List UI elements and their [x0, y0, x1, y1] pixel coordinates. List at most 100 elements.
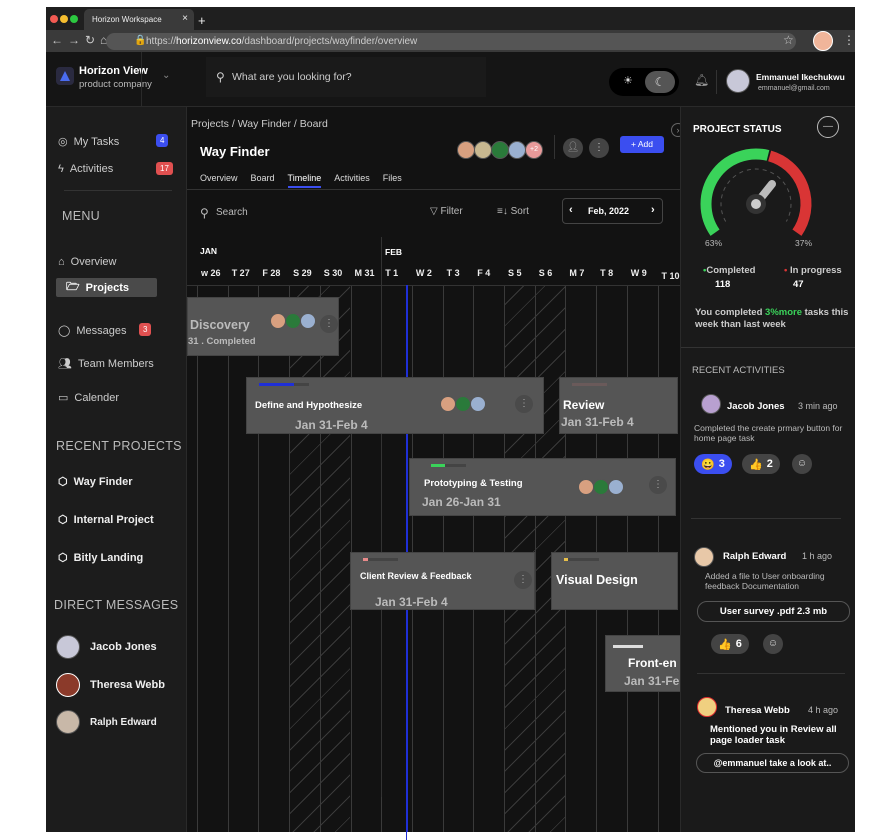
sidebar-item-projects[interactable]: 🗁 Projects [56, 278, 157, 297]
day-label: W 2 [415, 268, 432, 278]
task-menu-icon[interactable]: ⋮ [320, 315, 338, 333]
add-reaction-icon[interactable]: ☺ [792, 454, 812, 474]
theme-toggle[interactable]: ☀ ☾ [609, 68, 679, 96]
progress-track [572, 383, 607, 386]
prev-month-button[interactable]: ‹ [569, 204, 573, 216]
sidebar-item-my-tasks[interactable]: ◎ My Tasks [58, 135, 120, 149]
label: My Tasks [73, 135, 120, 148]
browser-tab[interactable]: Horizon Workspace × [84, 9, 194, 30]
breadcrumb-item[interactable]: Board [300, 118, 328, 130]
sidebar-item-activities[interactable]: ϟ Activities [58, 163, 113, 175]
reply-input[interactable]: @emmanuel take a look at.. [696, 753, 849, 773]
progress-count: 47 [793, 279, 804, 290]
task-dates: Jan 31-Feb 4 [561, 415, 634, 429]
search-bar[interactable]: ⚲ What are you looking for? [206, 57, 486, 97]
avatar [701, 394, 721, 414]
app-header: Horizon View product company ⌄ ⚲ What ar… [46, 52, 855, 107]
user-name: Emmanuel Ikechukwu [756, 72, 845, 82]
filter-button[interactable]: ▽ Filter [430, 206, 463, 217]
next-month-button[interactable]: › [651, 204, 655, 216]
sort-button[interactable]: ≡↓ Sort [497, 206, 529, 217]
avatar [491, 141, 509, 159]
sidebar-item-messages[interactable]: ◯ Messages [58, 324, 126, 338]
task-bar-client[interactable]: Client Review & Feedback Jan 31-Feb 4 ⋮ [350, 552, 535, 610]
task-bar-review[interactable]: Review Jan 31-Feb 4 [559, 377, 678, 434]
breadcrumb-item[interactable]: Way Finder [238, 118, 291, 130]
add-member-icon[interactable]: 👤︎ [563, 138, 583, 158]
member-avatars[interactable]: +2 [457, 141, 543, 159]
add-button[interactable]: + Add [620, 136, 664, 153]
dm-item[interactable]: Ralph Edward [56, 710, 157, 734]
close-window-button[interactable] [50, 15, 58, 23]
tab-bar: Horizon Workspace × + [46, 7, 855, 30]
day-label: F 28 [262, 268, 281, 278]
reaction-smile[interactable]: 😀 3 [694, 454, 732, 474]
day-gridline [227, 285, 229, 832]
task-menu-icon[interactable]: ⋮ [514, 571, 532, 589]
close-tab-icon[interactable]: × [182, 13, 188, 24]
task-bar-proto[interactable]: Prototyping & Testing Jan 26-Jan 31 ⋮ [409, 458, 676, 516]
reaction-thumbs-up[interactable]: 👍 6 [711, 634, 749, 654]
menu-heading: MENU [62, 209, 101, 223]
bookmark-star-icon[interactable]: ☆ [783, 33, 794, 47]
browser-menu-icon[interactable]: ⋮ [843, 33, 855, 47]
menu-icon[interactable]: — [817, 116, 839, 138]
profile-avatar[interactable] [813, 31, 833, 51]
task-bar-visual[interactable]: Visual Design [551, 552, 678, 610]
sidebar-item-overview[interactable]: ⌂ Overview [58, 256, 117, 268]
more-options-icon[interactable]: ⋮ [589, 138, 609, 158]
task-title: Discovery [190, 318, 250, 332]
new-tab-button[interactable]: + [198, 13, 206, 28]
legend-in-progress: • In progress [784, 265, 842, 276]
label: Internal Project [73, 513, 154, 526]
timeline-search-input[interactable]: Search [216, 207, 248, 218]
folder-icon: 🗁 [66, 281, 80, 293]
progress-percent: 37% [795, 238, 813, 248]
assignee-avatar [270, 313, 286, 329]
bell-icon[interactable]: 🔔︎ [694, 73, 709, 87]
month-divider [381, 237, 382, 797]
day-label: T 27 [231, 268, 250, 278]
search-placeholder: What are you looking for? [232, 71, 352, 83]
task-bar-frontend[interactable]: Front-en Jan 31-Fe [605, 635, 680, 692]
thumbs-up-icon: 👍 [749, 458, 763, 471]
lock-icon: 🔒 [134, 35, 147, 46]
tab-board[interactable]: Board [251, 173, 275, 188]
sidebar: ◎ My Tasks 4 ϟ Activities 17 MENU ⌂ Overvie… [46, 107, 187, 832]
sidebar-item-calender[interactable]: ▭ Calender [58, 391, 119, 405]
task-title: Visual Design [556, 573, 638, 587]
user-avatar[interactable] [726, 69, 750, 93]
month-picker: ‹ Feb, 2022 › [562, 198, 663, 224]
task-dates: Jan 31-Feb 4 [375, 595, 448, 609]
recent-project-item[interactable]: ⬡ Way Finder [58, 475, 133, 489]
task-menu-icon[interactable]: ⋮ [649, 476, 667, 494]
nav-icons[interactable]: ←→↻⌂ [51, 33, 112, 47]
tab-timeline[interactable]: Timeline [287, 173, 322, 188]
task-bar-define[interactable]: Define and Hypothesize Jan 31-Feb 4 ⋮ [246, 377, 544, 434]
reaction-thumbs-up[interactable]: 👍 2 [742, 454, 780, 474]
recent-project-item[interactable]: ⬡ Internal Project [58, 513, 154, 527]
cube-icon: ⬡ [58, 552, 68, 564]
dm-item[interactable]: Jacob Jones [56, 635, 157, 659]
day-label: T 3 [446, 268, 460, 278]
breadcrumb-item[interactable]: Projects [191, 118, 229, 130]
sidebar-item-team-members[interactable]: 👥︎ Team Members [58, 357, 154, 371]
activities-badge: 17 [156, 162, 173, 175]
progress-track [564, 558, 599, 561]
tab-overview[interactable]: Overview [200, 173, 238, 188]
recent-project-item[interactable]: ⬡ Bitly Landing [58, 551, 143, 565]
label: Way Finder [73, 475, 133, 488]
chevron-down-icon[interactable]: ⌄ [162, 70, 170, 81]
minimize-window-button[interactable] [60, 15, 68, 23]
url-input[interactable]: 🔒 https://horizonview.co/dashboard/projec… [106, 33, 796, 50]
add-reaction-icon[interactable]: ☺ [763, 634, 783, 654]
maximize-window-button[interactable] [70, 15, 78, 23]
day-label: T 10 [661, 271, 680, 281]
dm-item[interactable]: Theresa Webb [56, 673, 165, 697]
main-content: Projects / Way Finder / Board Way Finder… [187, 107, 685, 832]
task-menu-icon[interactable]: ⋮ [515, 395, 533, 413]
task-bar-discovery[interactable]: Discovery 31 . Completed ⋮ [187, 297, 339, 356]
file-attachment[interactable]: User survey .pdf 2.3 mb [697, 601, 850, 622]
tab-activities[interactable]: Activities [334, 173, 370, 188]
tab-files[interactable]: Files [383, 173, 402, 188]
